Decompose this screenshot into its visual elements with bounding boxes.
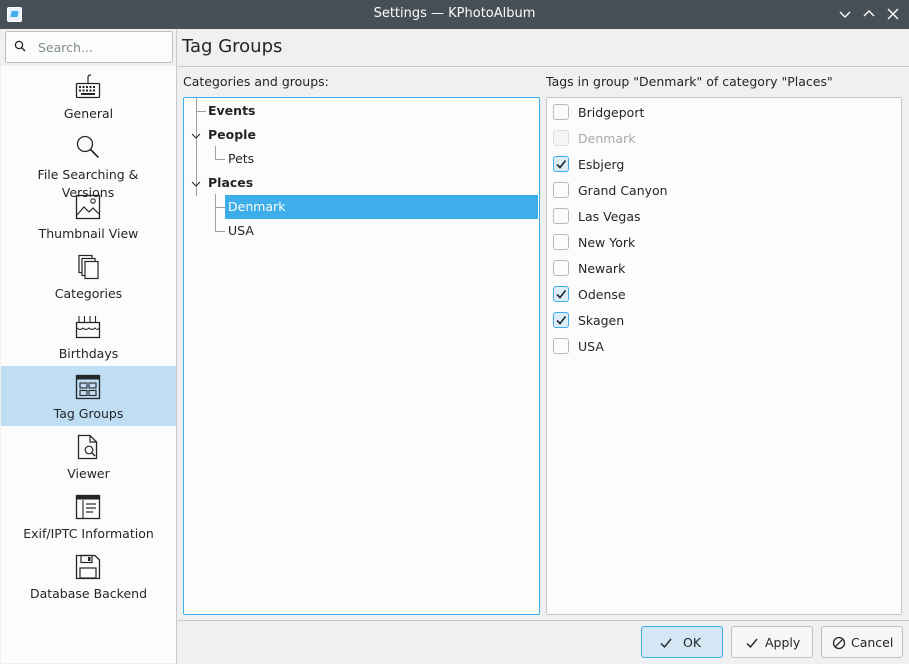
sidebar: General File Searching & Versions Thumbn… [0,29,177,664]
categories-label: Categories and groups: [183,74,329,89]
document-search-icon [77,434,98,460]
tag-checkbox[interactable] [553,260,569,276]
nav-label: Exif/IPTC Information [23,526,154,541]
nav-label: Thumbnail View [38,226,139,241]
tag-checkbox[interactable] [553,104,569,120]
search-input[interactable] [38,38,168,56]
tags-label: Tags in group "Denmark" of category "Pla… [546,74,833,89]
nav-label: Tag Groups [53,406,124,421]
tree-branch-line [215,231,225,232]
tree-item-denmark[interactable]: Denmark [225,195,538,219]
grid-icon [75,374,101,400]
tag-label: Denmark [578,131,636,146]
tag-checkbox[interactable] [553,182,569,198]
tags-list[interactable]: Bridgeport Denmark Esbjerg Grand Canyon … [546,97,902,615]
tag-item-esbjerg[interactable]: Esbjerg [553,153,883,177]
tag-checkbox[interactable] [553,208,569,224]
maximize-icon[interactable] [860,5,878,23]
tag-item-newark[interactable]: Newark [553,257,883,281]
nav-label: Categories [54,286,123,301]
nav-item-exif[interactable]: Exif/IPTC Information [1,486,176,546]
tree-branch-line [215,207,225,208]
tag-label: Esbjerg [578,157,625,172]
apply-button-label: Apply [765,635,801,650]
tag-label: Las Vegas [578,209,641,224]
checkmark-icon [556,316,567,325]
tag-item-grand-canyon[interactable]: Grand Canyon [553,179,883,203]
chevron-down-icon[interactable] [191,179,201,189]
tag-item-skagen[interactable]: Skagen [553,309,883,333]
tag-item-denmark: Denmark [553,127,883,151]
tag-label: USA [578,339,604,354]
tag-label: New York [578,235,636,250]
minimize-icon[interactable] [836,5,854,23]
checkmark-icon [746,638,758,649]
nav-item-birthdays[interactable]: Birthdays [1,306,176,366]
nav-item-thumbnail-view[interactable]: Thumbnail View [1,186,176,246]
chevron-down-icon[interactable] [191,131,201,141]
checkmark-icon [556,160,567,169]
ok-button[interactable]: OK [641,626,723,658]
cancel-icon [832,636,846,650]
keyboard-icon [75,74,101,99]
tag-label: Skagen [578,313,625,328]
nav-item-tag-groups[interactable]: Tag Groups [1,366,176,426]
tag-label: Newark [578,261,626,276]
close-icon[interactable] [884,5,902,23]
search-icon [14,40,26,52]
cake-icon [75,316,101,339]
tree-branch-line [215,159,225,160]
cancel-button-label: Cancel [851,635,894,650]
tag-checkbox[interactable] [553,234,569,250]
tag-item-odense[interactable]: Odense [553,283,883,307]
tag-checkbox [553,130,569,146]
nav-item-database[interactable]: Database Backend [1,546,176,606]
tree-item-places[interactable]: Places [205,171,355,195]
nav-item-categories[interactable]: Categories [1,246,176,306]
window-title: Settings — KPhotoAlbum [373,6,536,21]
nav-label: Database Backend [29,586,148,601]
tree-item-pets[interactable]: Pets [225,147,375,171]
tree-branch-line [215,194,216,232]
tree-branch-line [215,146,216,160]
tag-label: Odense [578,287,626,302]
footer-divider [178,620,909,621]
nav-item-file-searching[interactable]: File Searching & Versions [1,126,176,200]
ok-button-label: OK [683,635,702,650]
nav-item-general[interactable]: General [1,66,176,126]
tag-checkbox[interactable] [553,338,569,354]
page-title: Tag Groups [182,36,283,57]
nav-label: General [63,106,114,121]
tag-label: Bridgeport [578,105,645,120]
tree-item-events[interactable]: Events [205,99,355,123]
tree-item-people[interactable]: People [205,123,355,147]
tag-checkbox[interactable] [553,156,569,172]
settings-page-list: General File Searching & Versions Thumbn… [1,66,176,663]
apply-button[interactable]: Apply [731,626,813,658]
categories-tree[interactable]: Events People Pets Places Denmark USA [183,97,540,615]
magnifier-icon [76,135,100,159]
tag-checkbox[interactable] [553,312,569,328]
nav-label: Viewer [67,466,110,481]
checkmark-icon [556,290,567,299]
header-divider [178,66,909,67]
tree-item-usa[interactable]: USA [225,219,375,243]
tag-label: Grand Canyon [578,183,668,198]
documents-icon [78,254,99,280]
nav-item-viewer[interactable]: Viewer [1,426,176,486]
tag-checkbox[interactable] [553,286,569,302]
tag-item-bridgeport[interactable]: Bridgeport [553,101,883,125]
tag-item-new-york[interactable]: New York [553,231,883,255]
info-table-icon [75,494,101,520]
tag-item-las-vegas[interactable]: Las Vegas [553,205,883,229]
title-bar: Settings — KPhotoAlbum [0,0,909,29]
nav-label: Birthdays [58,346,119,361]
search-box[interactable] [5,31,173,63]
floppy-icon [75,554,101,580]
cancel-button[interactable]: Cancel [821,626,903,658]
image-icon [75,194,101,220]
checkmark-icon [660,638,672,649]
tag-item-usa[interactable]: USA [553,335,883,359]
